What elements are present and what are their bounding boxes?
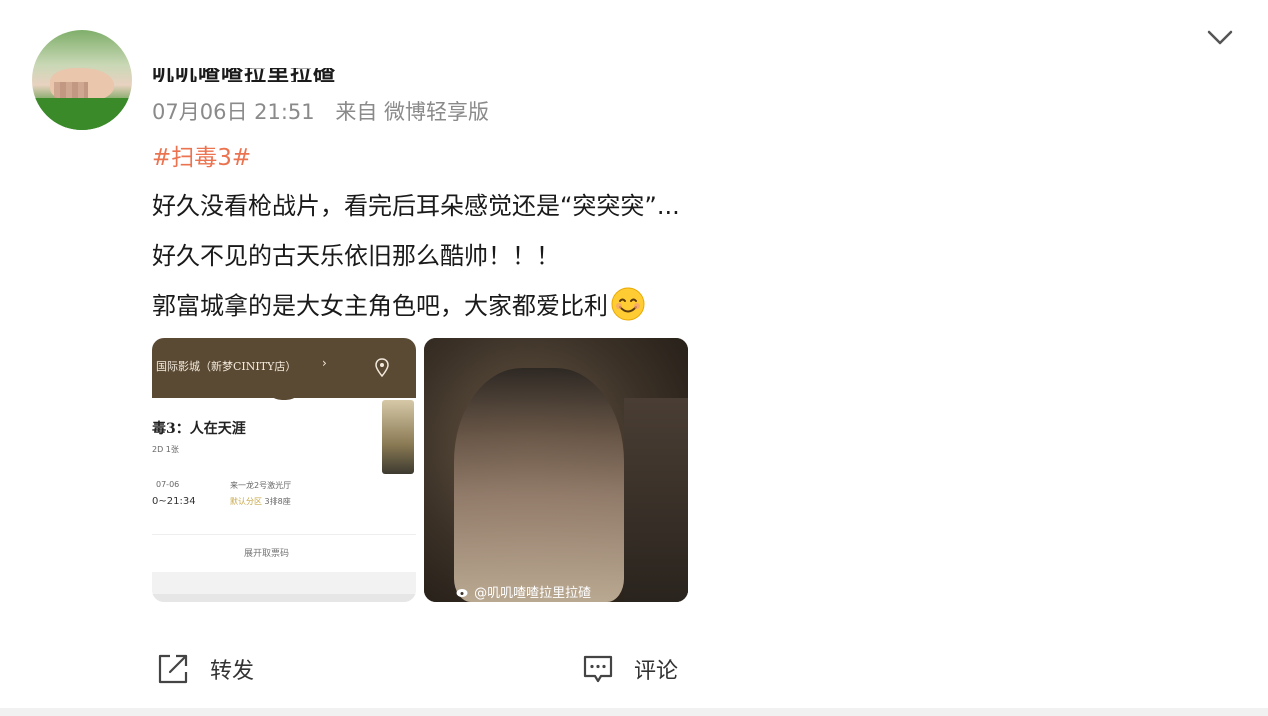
post-image-ticket[interactable]: 国际影城（新梦CINITY店） › 毒3：人在天涯 2D 1张 07-06 0~… <box>152 338 416 602</box>
chevron-right-icon: › <box>322 356 327 370</box>
ticket-divider <box>152 534 416 535</box>
post-timestamp[interactable]: 07月06日 21:51 <box>152 100 315 124</box>
photo-person <box>454 368 624 602</box>
movie-poster <box>382 400 414 474</box>
location-pin-icon <box>375 358 389 378</box>
smile-emoji-icon <box>610 286 646 328</box>
comment-button[interactable]: 评论 <box>582 652 678 686</box>
username[interactable]: 叽叽喳喳拉里拉碴 <box>152 56 382 82</box>
chevron-down-icon <box>1207 30 1233 45</box>
photo-watermark: @叽叽喳喳拉里拉碴 <box>456 582 591 601</box>
photo-side-figure <box>624 398 688 602</box>
ticket-cinema: 国际影城（新梦CINITY店） <box>156 360 297 373</box>
more-options-button[interactable] <box>1204 24 1236 52</box>
comment-label: 评论 <box>634 659 679 684</box>
repost-label: 转发 <box>210 659 255 684</box>
ticket-hall: 来一龙2号激光厅 <box>230 481 292 490</box>
post-source: 来自 微博轻享版 <box>335 100 490 124</box>
photo-watermark-text: @叽叽喳喳拉里拉碴 <box>474 586 592 601</box>
ticket-date: 07-06 <box>156 480 180 489</box>
post-text-line: 郭富城拿的是大女主角色吧，大家都爱比利 <box>152 286 646 328</box>
username-mask <box>152 56 382 68</box>
comment-icon <box>583 655 613 683</box>
ticket-format: 2D 1张 <box>152 445 179 454</box>
post-text: 郭富城拿的是大女主角色吧，大家都爱比利 <box>152 292 608 320</box>
ticket-bottom-bar <box>152 594 416 602</box>
ticket-expand-code: 展开取票码 <box>244 549 290 559</box>
repost-button[interactable]: 转发 <box>156 652 254 686</box>
repost-icon <box>158 654 188 684</box>
weibo-logo-icon <box>456 589 468 597</box>
bottom-divider <box>0 708 1268 716</box>
post-image-photo[interactable]: @叽叽喳喳拉里拉碴 <box>424 338 688 602</box>
post-text-line: 好久不见的古天乐依旧那么酷帅！！！ <box>152 242 560 270</box>
ticket-time: 0~21:34 <box>152 496 196 507</box>
ticket-seat: 默认分区 3排8座 <box>230 496 291 507</box>
post-meta: 07月06日 21:51 来自 微博轻享版 <box>152 96 489 126</box>
hashtag-link[interactable]: #扫毒3# <box>152 138 251 172</box>
ticket-seat-value: 3排8座 <box>264 497 291 506</box>
ticket-movie-title: 毒3：人在天涯 <box>152 421 246 437</box>
avatar-grass <box>32 98 132 130</box>
avatar[interactable] <box>32 30 132 130</box>
post-text-line: 好久没看枪战片，看完后耳朵感觉还是“突突突”... <box>152 192 680 220</box>
ticket-seat-prefix: 默认分区 <box>230 497 262 506</box>
